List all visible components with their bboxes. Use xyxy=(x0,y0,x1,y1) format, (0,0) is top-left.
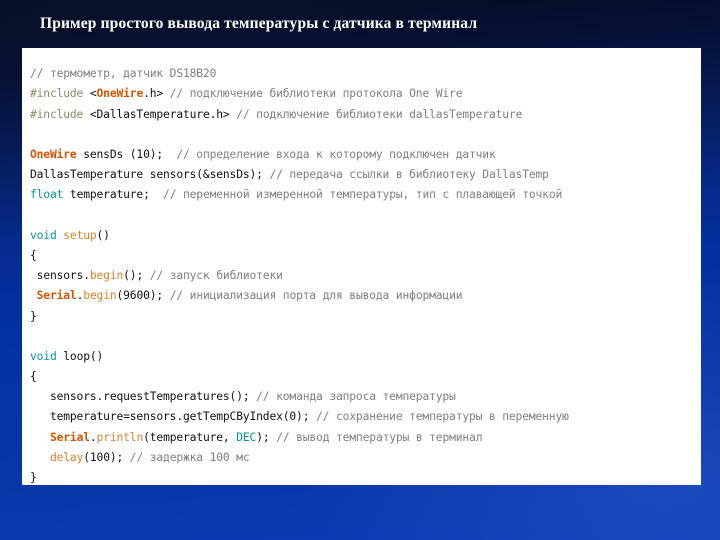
code-block: // термометр, датчик DS18B20 #include <On… xyxy=(30,64,720,488)
code-token: Serial xyxy=(49,430,90,444)
code-line: // термометр, датчик DS18B20 xyxy=(30,64,720,84)
code-token: begin xyxy=(83,289,117,303)
code-line: float temperature; // переменной измерен… xyxy=(30,185,720,205)
code-token: // определение входа к которому подключе… xyxy=(176,148,496,162)
code-line: sensors.requestTemperatures(); // команд… xyxy=(30,387,720,407)
code-token: sensDs (10); xyxy=(76,148,177,162)
code-token: { xyxy=(30,248,37,262)
code-token: <DallasTemperature.h> xyxy=(89,107,237,121)
code-token: OneWire xyxy=(30,148,77,162)
code-line: { xyxy=(30,367,720,387)
code-token: < xyxy=(89,87,97,101)
code-token: temperature; xyxy=(63,188,164,202)
code-token: } xyxy=(30,471,37,485)
code-token: loop() xyxy=(56,349,104,363)
code-line: OneWire sensDs (10); // определение вход… xyxy=(30,145,720,165)
code-token: // термометр, датчик DS18B20 xyxy=(30,67,217,81)
code-token: // подключение библиотеки протокола One … xyxy=(169,87,463,101)
code-token: delay xyxy=(49,450,84,464)
slide-title: Пример простого вывода температуры с дат… xyxy=(40,15,478,32)
code-line: #include <OneWire.h> // подключение библ… xyxy=(30,84,720,104)
code-token: { xyxy=(30,370,37,384)
code-token: (); xyxy=(123,269,150,283)
code-token: .h> xyxy=(143,87,170,101)
code-line: } xyxy=(30,468,720,488)
code-line: void setup() xyxy=(30,226,720,246)
code-token: ); xyxy=(256,430,277,444)
code-token: println xyxy=(96,430,144,444)
code-line: void loop() xyxy=(30,347,720,367)
code-token: (100); xyxy=(83,450,130,464)
code-token: () xyxy=(96,228,110,242)
code-token: float xyxy=(30,188,64,202)
code-token: temperature=sensors.getTempCByIndex(0); xyxy=(30,410,317,424)
code-line: Serial.begin(9600); // инициализация пор… xyxy=(30,286,720,306)
code-token: OneWire xyxy=(96,87,144,101)
code-token: Serial xyxy=(36,289,77,303)
code-token: // переменной измеренной температуры, ти… xyxy=(163,188,563,202)
code-token: . xyxy=(89,430,97,444)
code-token: setup xyxy=(63,228,97,242)
code-line: temperature=sensors.getTempCByIndex(0); … xyxy=(30,407,720,427)
code-line: delay(100); // задержка 100 мс xyxy=(30,448,720,468)
code-token: // подключение библиотеки dallasTemperat… xyxy=(236,107,523,121)
code-token: #include xyxy=(30,107,90,121)
code-token: (9600); xyxy=(116,289,170,303)
code-line: Serial.println(temperature, DEC); // выв… xyxy=(30,428,720,448)
code-token: sensors.requestTemperatures(); xyxy=(30,390,257,404)
code-token: sensors. xyxy=(30,269,90,283)
code-token: DEC xyxy=(236,430,257,444)
code-token: void xyxy=(30,228,57,242)
code-token: // вывод температуры в терминал xyxy=(276,430,483,444)
code-token: void xyxy=(30,349,57,363)
code-line: sensors.begin(); // запуск библиотеки xyxy=(30,266,720,286)
code-token: // сохранение температуры в переменную xyxy=(316,410,569,424)
code-line: } xyxy=(30,307,720,327)
code-token: #include xyxy=(30,87,90,101)
code-token: // передача ссылки в библиотеку DallasTe… xyxy=(269,168,549,182)
code-token: DallasTemperature sensors(&sensDs); xyxy=(30,168,270,182)
code-line: DallasTemperature sensors(&sensDs); // п… xyxy=(30,165,720,185)
code-token: // запуск библиотеки xyxy=(149,269,283,283)
code-token: (temperature, xyxy=(143,430,237,444)
code-token: begin xyxy=(89,269,124,283)
code-line: #include <DallasTemperature.h> // подклю… xyxy=(30,105,720,125)
presentation-slide: Пример простого вывода температуры с дат… xyxy=(0,0,720,540)
code-token: // команда запроса температуры xyxy=(256,390,456,404)
code-token: // инициализация порта для вывода информ… xyxy=(169,289,463,303)
code-token: } xyxy=(30,309,37,323)
code-line: { xyxy=(30,246,720,266)
code-token: // задержка 100 мс xyxy=(129,450,250,464)
